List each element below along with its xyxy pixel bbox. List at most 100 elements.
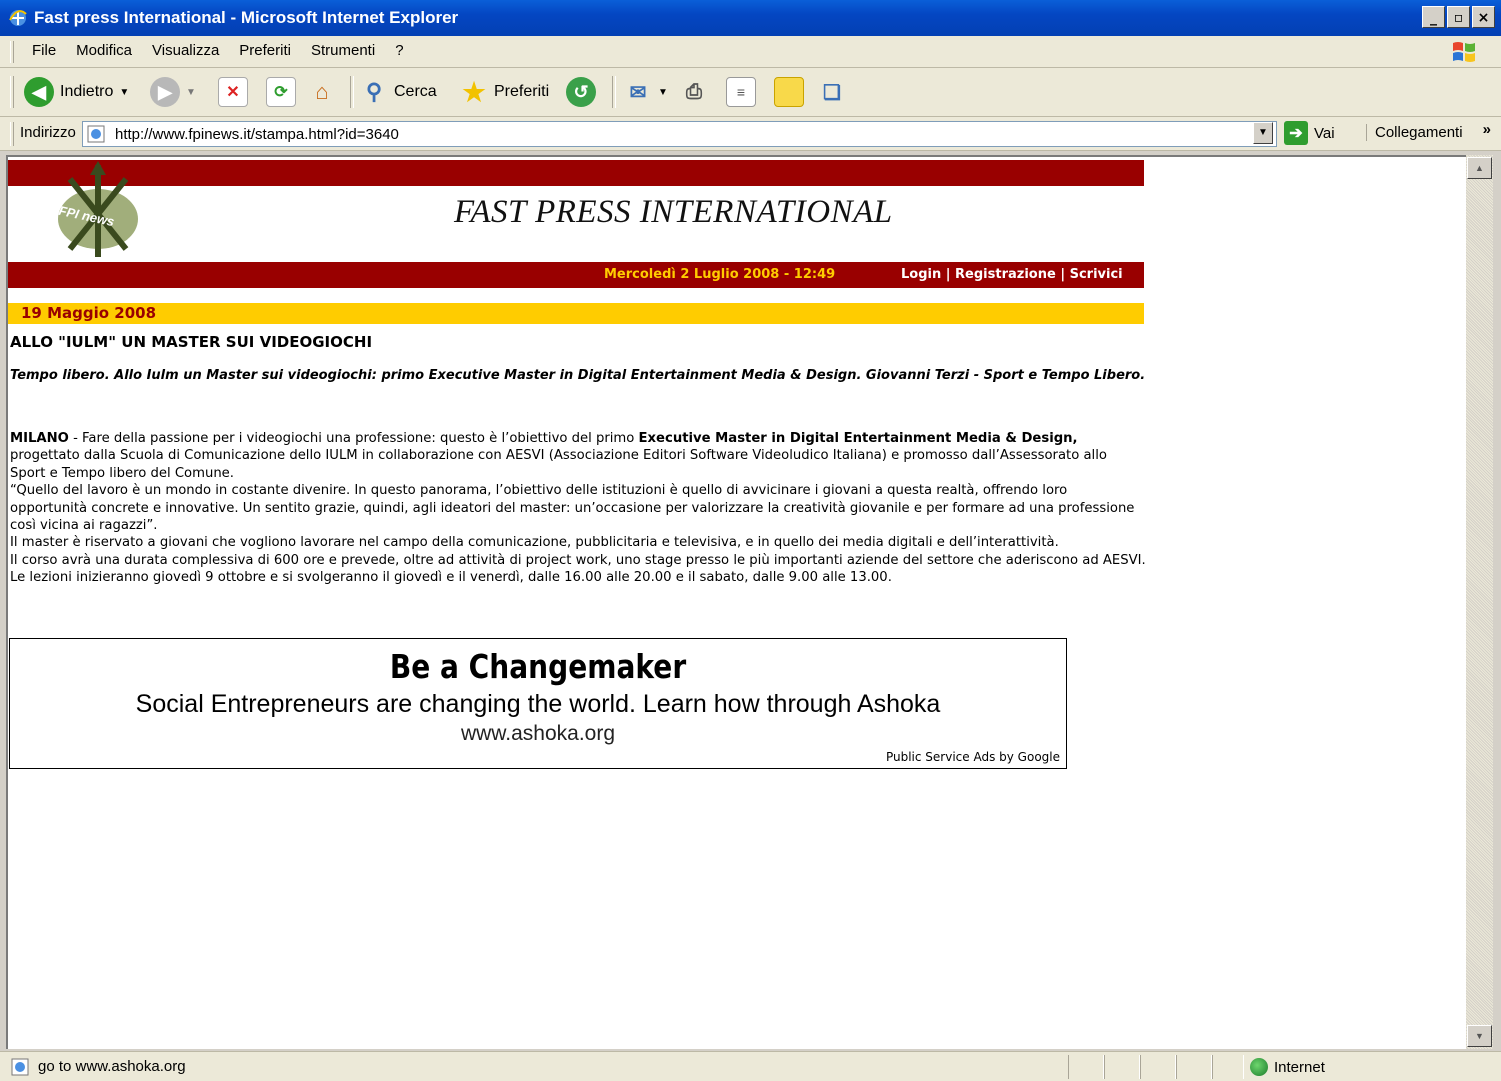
forward-button[interactable]: ▶ ▼ <box>150 75 196 109</box>
article-headline: ALLO "IULM" UN MASTER SUI VIDEOGIOCHI <box>10 333 373 351</box>
back-button[interactable]: ◀ Indietro ▼ <box>24 75 129 109</box>
favorites-star-icon: ★ <box>462 76 486 107</box>
stop-button[interactable]: ✕ <box>218 75 248 109</box>
menu-edit[interactable]: Modifica <box>66 42 142 59</box>
stop-icon: ✕ <box>218 77 248 107</box>
print-button[interactable]: ⎙ <box>680 75 708 109</box>
mail-button[interactable]: ✉ ▼ <box>624 75 668 109</box>
scroll-down-icon[interactable]: ▼ <box>1467 1025 1492 1047</box>
menu-view[interactable]: Visualizza <box>142 42 229 59</box>
header-banner-top <box>8 160 1144 186</box>
status-bar: go to www.ashoka.org Internet <box>0 1051 1501 1081</box>
article-paragraph: Il master è riservato a giovani che vogl… <box>10 535 1059 551</box>
ad-banner[interactable]: Be a Changemaker Social Entrepreneurs ar… <box>9 638 1067 769</box>
favorites-label: Preferiti <box>494 83 550 100</box>
ad-text[interactable]: Social Entrepreneurs are changing the wo… <box>10 690 1066 719</box>
minimize-button[interactable]: _ <box>1422 6 1445 28</box>
status-pane <box>1068 1055 1104 1079</box>
paragraph-text: - Fare della passione per i videogiochi … <box>68 431 639 446</box>
vertical-scrollbar[interactable]: ▲ ▼ <box>1466 155 1493 1049</box>
zone-label: Internet <box>1274 1058 1325 1076</box>
back-dropdown-icon[interactable]: ▼ <box>119 87 129 98</box>
window-title-bar[interactable]: Fast press International - Microsoft Int… <box>0 0 1501 36</box>
ad-title[interactable]: Be a Changemaker <box>89 647 987 686</box>
discuss-button[interactable] <box>774 75 804 109</box>
menu-tools[interactable]: Strumenti <box>301 42 385 59</box>
home-icon: ⌂ <box>315 79 329 104</box>
history-icon: ↺ <box>566 77 596 107</box>
print-icon: ⎙ <box>686 80 702 103</box>
search-button[interactable]: ⚲ Cerca <box>360 75 437 109</box>
address-label: Indirizzo <box>20 124 76 141</box>
article-subhead: Tempo libero. Allo Iulm un Master sui vi… <box>10 368 1146 383</box>
forward-dropdown-icon[interactable]: ▼ <box>186 87 196 98</box>
article-body: MILANO - Fare della passione per i video… <box>10 430 1146 587</box>
article-date-bar: 19 Maggio 2008 <box>8 303 1144 324</box>
toolbar-grip[interactable] <box>10 76 14 108</box>
article-paragraph: Il corso avrà una durata complessiva di … <box>10 552 1146 568</box>
dateline: MILANO <box>10 431 69 446</box>
menu-help[interactable]: ? <box>385 42 413 59</box>
window-title: Fast press International - Microsoft Int… <box>34 8 459 27</box>
research-icon: ❏ <box>823 81 841 104</box>
page-icon <box>11 1058 29 1076</box>
windows-logo-icon <box>1453 42 1475 62</box>
refresh-icon: ⟳ <box>266 77 296 107</box>
ad-url[interactable]: www.ashoka.org <box>10 722 1066 746</box>
link-separator: | <box>941 267 956 282</box>
address-dropdown-icon[interactable]: ▼ <box>1253 122 1273 144</box>
links-toolbar[interactable]: Collegamenti <box>1366 124 1463 141</box>
login-link[interactable]: Login <box>901 267 941 282</box>
go-button[interactable]: ➔ Vai <box>1284 121 1335 145</box>
article-date: 19 Maggio 2008 <box>21 304 157 322</box>
edit-page-icon: ≡ <box>726 77 756 107</box>
address-input[interactable]: http://www.fpinews.it/stampa.html?id=364… <box>82 121 1277 147</box>
research-button[interactable]: ❏ <box>818 75 846 109</box>
search-label: Cerca <box>394 83 437 100</box>
status-pane <box>1176 1055 1212 1079</box>
go-label: Vai <box>1314 124 1335 142</box>
scroll-up-icon[interactable]: ▲ <box>1467 157 1492 179</box>
toolbar-grip[interactable] <box>10 41 14 63</box>
status-pane <box>1212 1055 1244 1079</box>
master-name: Executive Master in Digital Entertainmen… <box>638 431 1078 446</box>
current-datetime: Mercoledì 2 Luglio 2008 - 12:49 <box>604 267 836 282</box>
forward-arrow-icon: ▶ <box>150 77 180 107</box>
address-bar: Indirizzo http://www.fpinews.it/stampa.h… <box>0 117 1501 151</box>
maximize-button[interactable]: ▫ <box>1447 6 1470 28</box>
history-button[interactable]: ↺ <box>566 75 596 109</box>
status-pane <box>1140 1055 1176 1079</box>
links-label: Collegamenti <box>1375 124 1463 141</box>
chevron-right-icon[interactable]: » <box>1483 121 1491 138</box>
mail-dropdown-icon[interactable]: ▼ <box>658 87 668 98</box>
refresh-button[interactable]: ⟳ <box>266 75 296 109</box>
security-zone[interactable]: Internet <box>1250 1058 1325 1076</box>
register-link[interactable]: Registrazione <box>955 267 1056 282</box>
home-button[interactable]: ⌂ <box>308 75 336 109</box>
page-viewport: FPI news FAST PRESS INTERNATIONAL Mercol… <box>6 155 1466 1049</box>
ad-credit[interactable]: Public Service Ads by Google <box>886 750 1060 764</box>
note-icon <box>774 77 804 107</box>
search-icon: ⚲ <box>365 79 383 104</box>
contact-link[interactable]: Scrivici <box>1070 267 1123 282</box>
article-paragraph: “Quello del lavoro è un mondo in costant… <box>10 483 1135 534</box>
internet-explorer-icon <box>9 10 27 26</box>
go-arrow-icon: ➔ <box>1284 121 1308 145</box>
status-text: go to www.ashoka.org <box>38 1058 186 1075</box>
favorites-button[interactable]: ★ Preferiti <box>460 75 549 109</box>
menu-file[interactable]: File <box>22 42 66 59</box>
page-icon <box>87 125 105 143</box>
close-button[interactable]: × <box>1472 6 1495 28</box>
edit-button[interactable]: ≡ <box>726 75 756 109</box>
header-links: Login | Registrazione | Scrivici <box>901 267 1123 282</box>
globe-icon <box>1250 1058 1268 1076</box>
address-url[interactable]: http://www.fpinews.it/stampa.html?id=364… <box>115 126 399 143</box>
menu-favorites[interactable]: Preferiti <box>229 42 301 59</box>
article-paragraph: MILANO - Fare della passione per i video… <box>10 430 1146 482</box>
menu-bar: File Modifica Visualizza Preferiti Strum… <box>0 36 1501 68</box>
header-banner-bottom: Mercoledì 2 Luglio 2008 - 12:49 Login | … <box>8 262 1144 288</box>
back-arrow-icon: ◀ <box>24 77 54 107</box>
site-title: FAST PRESS INTERNATIONAL <box>454 194 893 230</box>
mail-icon: ✉ <box>629 81 647 104</box>
back-label: Indietro <box>60 83 114 100</box>
